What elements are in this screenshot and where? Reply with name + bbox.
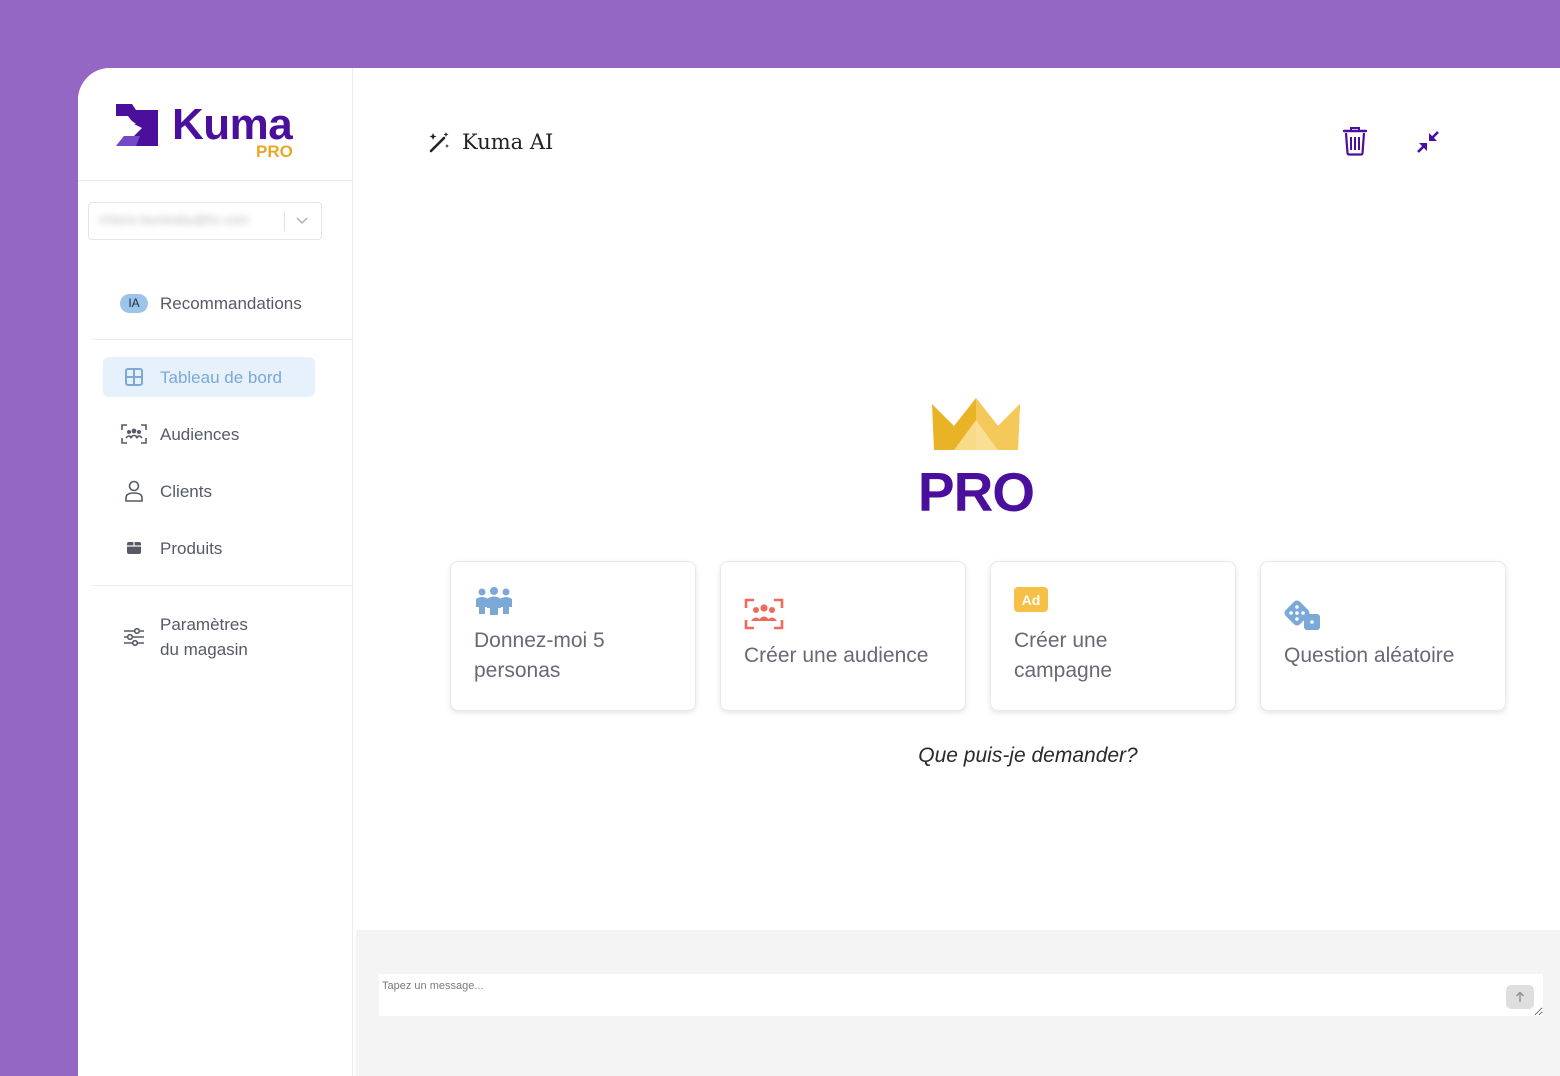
collapse-panel-button[interactable] [1416, 130, 1440, 159]
brand-tier: PRO [256, 142, 293, 161]
sidebar-item-clients[interactable]: Clients [103, 471, 315, 511]
store-selector[interactable]: chiens-laurieaby@hc.com [88, 202, 322, 240]
sidebar-item-recommandations[interactable]: IA Recommandations [103, 283, 315, 323]
delete-conversation-button[interactable] [1342, 126, 1368, 161]
sidebar-divider [92, 585, 352, 586]
panel-title: Kuma AI [428, 130, 553, 154]
sidebar: Kuma PRO chiens-laurieaby@hc.com IA Reco… [78, 68, 353, 1076]
sliders-icon [124, 627, 144, 647]
sidebar-item-parametres[interactable]: Paramètres du magasin [103, 611, 315, 663]
app-window: Kuma PRO chiens-laurieaby@hc.com IA Reco… [78, 68, 1560, 1076]
suggestion-card-campagne[interactable]: Ad Créer une campagne [990, 561, 1236, 711]
sidebar-item-tableau-de-bord[interactable]: Tableau de bord [103, 357, 315, 397]
panel-title-text: Kuma AI [462, 130, 554, 154]
sidebar-item-audiences[interactable]: Audiences [103, 414, 315, 454]
collapse-icon [1417, 131, 1439, 153]
crown-icon [932, 398, 1020, 450]
grid-icon [125, 368, 143, 386]
store-selector-value: chiens-laurieaby@hc.com [99, 212, 249, 227]
sidebar-item-label: Clients [160, 481, 212, 501]
sidebar-item-label: Recommandations [160, 293, 302, 313]
message-input[interactable] [379, 974, 1543, 1016]
sidebar-item-label: Paramètres [160, 615, 248, 634]
chevron-down-icon [296, 217, 308, 225]
trash-icon [1342, 127, 1368, 156]
brand-logo[interactable]: Kuma PRO [114, 100, 314, 162]
target-audience-icon [744, 598, 784, 630]
arrow-up-icon [1516, 991, 1524, 1002]
ia-badge: IA [120, 293, 148, 313]
box-icon [127, 542, 141, 554]
kuma-logo-icon [116, 104, 158, 146]
send-button[interactable] [1506, 985, 1534, 1009]
suggestion-label: Question aléatoire [1284, 644, 1455, 667]
dice-icon [1284, 600, 1320, 630]
sidebar-item-label: Tableau de bord [160, 367, 282, 387]
prompt-hint: Que puis-je demander? [918, 744, 1138, 767]
hero-title: PRO [917, 461, 1035, 523]
suggestion-label: Créer une audience [744, 644, 929, 667]
user-icon [125, 480, 143, 502]
sidebar-item-label: du magasin [160, 640, 248, 659]
suggestion-label: campagne [1014, 659, 1113, 682]
sidebar-divider [92, 339, 352, 340]
sidebar-item-label: Audiences [160, 424, 240, 444]
sidebar-divider [78, 180, 352, 181]
suggestion-label: Créer une [1014, 629, 1108, 652]
suggestion-label: personas [474, 659, 561, 682]
suggestion-card-personas[interactable]: Donnez-moi 5 personas [450, 561, 696, 711]
selector-separator [284, 211, 285, 231]
suggestion-card-aleatoire[interactable]: Question aléatoire [1260, 561, 1506, 711]
ad-icon: Ad [1014, 587, 1048, 612]
sidebar-item-produits[interactable]: Produits [103, 528, 315, 568]
suggestion-label: Donnez-moi 5 [474, 629, 605, 652]
suggestion-card-audience[interactable]: Créer une audience [720, 561, 966, 711]
magic-wand-icon [429, 132, 449, 153]
audience-icon [121, 424, 147, 444]
assistant-panel: Kuma AI PRO Donnez-moi 5 personas Créer … [356, 68, 1560, 930]
composer-area [356, 930, 1560, 1076]
sidebar-item-label: Produits [160, 538, 223, 558]
people-icon [476, 587, 512, 615]
